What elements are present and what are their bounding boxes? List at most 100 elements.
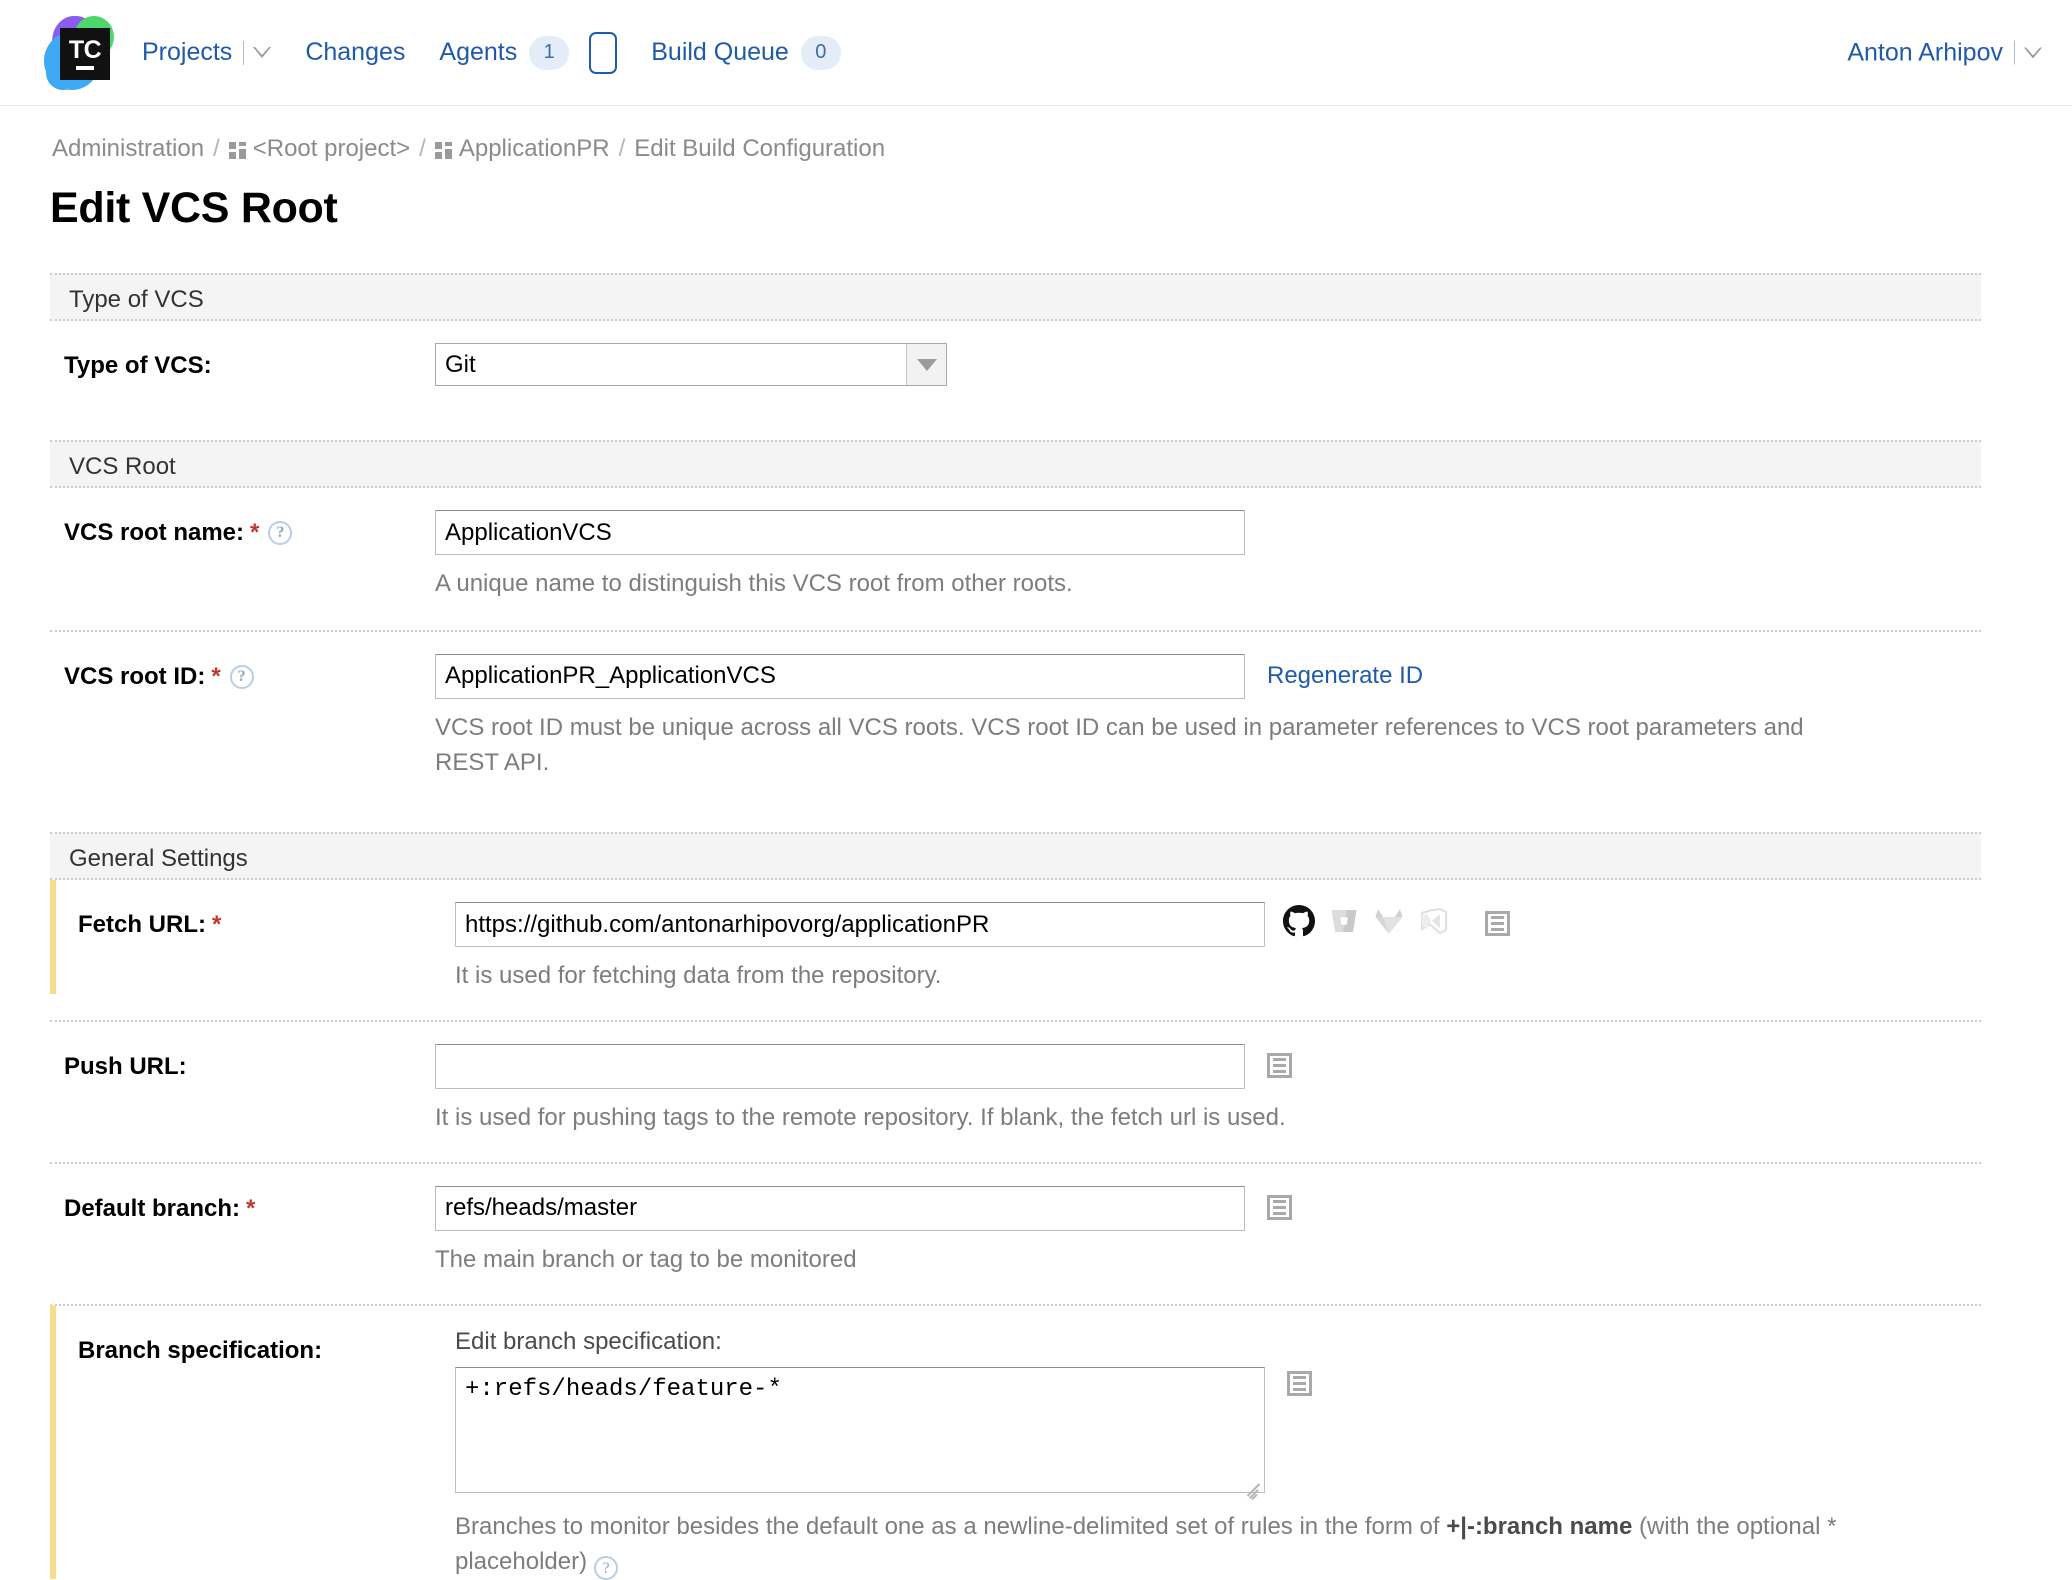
chevron-down-icon[interactable]: [906, 344, 946, 385]
user-menu-separator: [2014, 40, 2015, 65]
breadcrumb-item-root-project[interactable]: <Root project>: [253, 135, 410, 163]
build-queue-count-badge: 0: [800, 35, 841, 70]
help-icon[interactable]: ?: [229, 664, 254, 689]
branch-specification-textarea-box: [455, 1366, 1265, 1500]
parameter-list-icon[interactable]: [1267, 1194, 1292, 1220]
label-fetch-url-text: Fetch URL:: [78, 911, 206, 939]
hint-fetch-url: It is used for fetching data from the re…: [455, 962, 942, 990]
label-default-branch: Default branch: *: [50, 1186, 435, 1278]
required-marker: *: [211, 662, 221, 690]
row-vcs-root-name: VCS root name: * ? A unique name to dist…: [50, 488, 1981, 602]
default-branch-line: [435, 1185, 1981, 1231]
nav-separator: [243, 40, 245, 65]
branch-specification-line: [455, 1366, 1981, 1500]
breadcrumb-item-application-pr[interactable]: ApplicationPR: [459, 135, 610, 163]
vcs-root-form: Type of VCS Type of VCS: Git VCS Root VC…: [0, 273, 2072, 1580]
required-marker: *: [250, 519, 260, 546]
nav-item-build-queue[interactable]: Build Queue 0: [651, 35, 841, 70]
regenerate-id-link[interactable]: Regenerate ID: [1267, 654, 1423, 690]
breadcrumb: Administration / <Root project> / Applic…: [0, 106, 2072, 163]
logo-text: TC: [68, 35, 102, 64]
parameter-list-icon[interactable]: [1485, 911, 1510, 937]
field-default-branch: The main branch or tag to be monitored: [435, 1185, 1981, 1278]
label-type-of-vcs: Type of VCS:: [50, 343, 435, 386]
nav-item-build-queue-label: Build Queue: [651, 38, 789, 66]
grid-icon: [434, 141, 452, 159]
top-navigation-bar: TC Projects Changes Agents 1 Build Queue…: [0, 0, 2072, 106]
required-marker: *: [246, 1194, 256, 1222]
hint-branch-specification: Branches to monitor besides the default …: [455, 1510, 1845, 1580]
hint-vcs-root-id: VCS root ID must be unique across all VC…: [435, 713, 1804, 776]
label-vcs-root-name: VCS root name: * ?: [50, 510, 435, 602]
label-vcs-root-id-text: VCS root ID:: [64, 662, 206, 690]
nav-item-projects[interactable]: Projects: [142, 38, 272, 67]
label-branch-specification: Branch specification:: [70, 1328, 455, 1580]
page-title: Edit VCS Root: [50, 184, 338, 232]
field-vcs-root-name: A unique name to distinguish this VCS ro…: [435, 510, 1981, 602]
section-header-type-of-vcs: Type of VCS: [50, 273, 1981, 321]
row-push-url: Push URL: It is used for pushing tags to…: [50, 1020, 1981, 1136]
label-push-url-text: Push URL:: [64, 1053, 187, 1081]
help-icon[interactable]: ?: [594, 1556, 619, 1580]
nav-item-changes-label: Changes: [305, 38, 406, 66]
push-url-input[interactable]: [435, 1044, 1245, 1090]
agents-count-badge: 1: [529, 35, 570, 70]
hint-push-url: It is used for pushing tags to the remot…: [435, 1104, 1286, 1132]
default-branch-input[interactable]: [435, 1185, 1245, 1231]
field-push-url: It is used for pushing tags to the remot…: [435, 1044, 1981, 1136]
section-header-general-settings: General Settings: [50, 832, 1981, 881]
azure-devops-icon[interactable]: [1418, 905, 1450, 942]
bitbucket-icon[interactable]: [1328, 905, 1360, 942]
hint-branch-spec-bold: +|-:branch name: [1446, 1512, 1633, 1540]
breadcrumb-item-administration[interactable]: Administration: [52, 135, 204, 163]
chevron-down-icon[interactable]: [253, 47, 272, 58]
main-nav: Projects Changes Agents 1 Build Queue 0: [142, 31, 875, 74]
nav-item-agents[interactable]: Agents 1: [439, 31, 618, 74]
vcs-root-id-input[interactable]: [435, 653, 1245, 699]
row-fetch-url: Fetch URL: * https://github.com/antonarh…: [50, 880, 1981, 995]
logo-square: TC: [60, 27, 110, 80]
teamcity-logo[interactable]: TC: [38, 14, 116, 92]
parameter-list-icon[interactable]: [1287, 1370, 1312, 1396]
section-header-vcs-root: VCS Root: [50, 440, 1981, 488]
logo-underscore: [76, 65, 94, 70]
row-branch-specification: Branch specification: Edit branch specif…: [50, 1303, 1981, 1580]
breadcrumb-separator: /: [419, 135, 426, 162]
gitlab-icon[interactable]: [1373, 905, 1405, 942]
field-type-of-vcs: Git: [435, 343, 1981, 386]
nav-item-agents-label: Agents: [439, 38, 518, 66]
label-fetch-url: Fetch URL: *: [70, 902, 455, 994]
hint-vcs-root-name: A unique name to distinguish this VCS ro…: [435, 570, 1073, 597]
label-vcs-root-id: VCS root ID: * ?: [50, 654, 435, 781]
breadcrumb-item-edit-build-configuration[interactable]: Edit Build Configuration: [634, 135, 885, 163]
help-icon[interactable]: ?: [268, 521, 293, 545]
user-menu[interactable]: Anton Arhipov: [1847, 38, 2042, 67]
push-url-line: [435, 1044, 1981, 1090]
user-chevron-down-icon[interactable]: [2024, 47, 2042, 58]
grid-icon: [228, 141, 246, 159]
parameter-list-icon[interactable]: [1267, 1053, 1292, 1079]
label-branch-specification-text: Branch specification:: [78, 1336, 323, 1364]
label-push-url: Push URL:: [50, 1044, 435, 1136]
breadcrumb-separator: /: [618, 135, 626, 162]
label-vcs-root-name-text: VCS root name:: [64, 519, 245, 546]
vcs-root-name-input[interactable]: [435, 510, 1245, 555]
required-marker: *: [212, 911, 222, 939]
field-fetch-url: It is used for fetching data from the re…: [455, 902, 1981, 994]
user-name-label: Anton Arhipov: [1847, 38, 2003, 66]
agents-empty-badge[interactable]: [589, 31, 618, 74]
fetch-url-input[interactable]: [455, 902, 1265, 948]
hint-default-branch: The main branch or tag to be monitored: [435, 1245, 857, 1273]
label-type-of-vcs-text: Type of VCS:: [64, 352, 212, 379]
branch-specification-textarea[interactable]: [455, 1366, 1265, 1493]
nav-item-changes[interactable]: Changes: [305, 38, 405, 67]
row-vcs-root-id: VCS root ID: * ? Regenerate ID VCS root …: [50, 629, 1981, 781]
hint-branch-spec-before: Branches to monitor besides the default …: [455, 1512, 1447, 1540]
type-of-vcs-select[interactable]: Git: [435, 343, 947, 386]
github-icon[interactable]: [1283, 905, 1315, 942]
